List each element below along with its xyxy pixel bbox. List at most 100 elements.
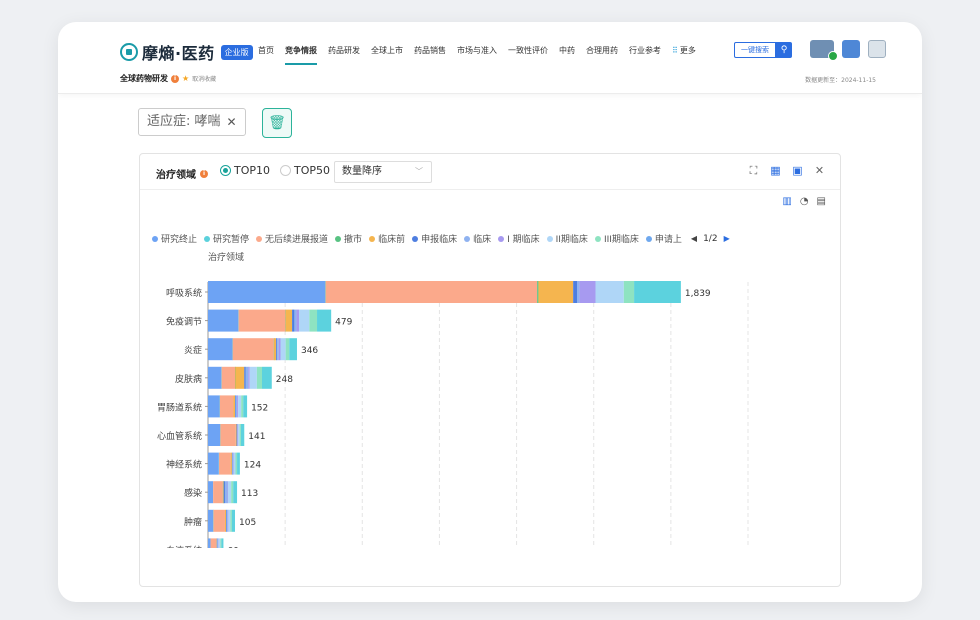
bar-total-label: 105 [239,518,256,528]
bar-segment [228,509,231,532]
legend-label: 撤市 [344,235,363,245]
bar-segment [237,395,239,418]
legend-next-icon[interactable]: ▶ [724,234,730,243]
radio-top10[interactable]: TOP10 [220,164,270,177]
legend-dot [152,235,158,242]
bar-segment [213,509,225,532]
bar-segment [244,366,246,389]
category-label: 皮肤病 [175,373,202,385]
stacked-bar-chart: 治疗领域03006009001,2001,5001,8002,100药品数量呼吸… [157,251,749,548]
bar-segment [224,509,226,532]
legend-label: 研究终止 [161,235,198,245]
category-label: 血液系统 [166,544,202,548]
legend-item[interactable]: 无后续进展报道 [256,232,328,245]
nav-competitive-intel[interactable]: 竞争情报 [285,45,317,65]
legend-prev-icon[interactable]: ◀ [691,234,697,243]
bar-segment [208,481,214,504]
bar-segment [231,509,235,532]
bar-segment [232,452,234,475]
info-icon[interactable]: i [171,74,179,83]
bar-segment [230,452,232,475]
logo-text: 摩熵·医药 [142,44,215,63]
bar-segment [296,309,300,332]
bar-segment [224,481,228,504]
bar-segment [233,452,236,475]
indication-filter-tag[interactable]: 适应症: 哮喘 ✕ [138,108,246,136]
legend-dot [412,235,419,242]
bar-segment [579,281,596,303]
legend-dot [594,235,601,242]
radio-top50[interactable]: TOP50 [280,164,330,177]
bar-segment [285,309,293,332]
bar-segment [243,395,248,418]
logo-icon [120,43,138,61]
bar-total-label: 141 [248,432,265,442]
clear-filters-button[interactable]: 🗑 [262,108,292,138]
quick-search-button[interactable]: 一键搜索 [734,42,776,58]
nav-drug-rd[interactable]: 药品研发 [328,45,360,65]
bar-segment [299,309,310,332]
bar-segment [537,281,539,303]
nav-drug-sales[interactable]: 药品销售 [414,45,446,65]
pie-chart-icon[interactable]: ◔ [800,196,809,207]
unfavorite-link[interactable]: 取消收藏 [192,74,216,83]
table-view-icon[interactable]: ▤ [817,196,826,207]
bar-segment [226,509,227,532]
nav-rational-use[interactable]: 合理用药 [586,45,618,65]
bar-segment [325,281,326,303]
star-icon[interactable]: ★ [182,74,189,83]
bar-segment [235,395,236,418]
fullscreen-icon[interactable]: ⛶ [747,164,760,177]
bar-segment [256,366,262,389]
bar-total-label: 1,839 [685,289,711,299]
search-icon[interactable]: ⚲ [776,42,792,58]
close-icon[interactable]: ✕ [227,109,237,135]
app-frame: 摩熵·医药 企业版 首页 竞争情报 药品研发 全球上市 药品销售 市场与准入 一… [58,22,922,602]
bar-segment [277,338,279,361]
nav-global-launch[interactable]: 全球上市 [371,45,403,65]
legend-label: II期临床 [555,235,588,245]
nav-market-access[interactable]: 市场与准入 [457,45,497,65]
legend-item[interactable]: 研究终止 [152,232,197,245]
close-icon[interactable]: ✕ [813,164,826,177]
bar-segment [237,424,239,446]
bar-segment [278,338,281,361]
legend-item[interactable]: II期临床 [546,232,588,245]
nav-consistency-eval[interactable]: 一致性评价 [508,45,548,65]
bar-segment [208,424,221,446]
nav-tcm[interactable]: 中药 [559,45,575,65]
legend-item[interactable]: I 期临床 [498,232,540,245]
bar-segment [213,481,223,504]
export-excel-icon[interactable]: ▦ [769,164,782,177]
main-nav: 首页 竞争情报 药品研发 全球上市 药品销售 市场与准入 一致性评价 中药 合理… [258,45,707,65]
bar-chart-icon[interactable]: ▥ [782,196,791,207]
logo[interactable]: 摩熵·医药 企业版 [120,40,253,64]
bar-segment [208,395,220,418]
legend-item[interactable]: 研究暂停 [204,232,249,245]
category-label: 肿瘤 [184,516,202,528]
document-icon[interactable] [842,40,860,58]
legend-item[interactable]: 临床 [464,232,491,245]
legend-item[interactable]: III期临床 [594,232,639,245]
sort-select[interactable]: 数量降序 ﹀ [334,161,432,183]
info-icon[interactable]: i [200,169,208,178]
category-label: 神经系统 [166,459,202,471]
nav-home[interactable]: 首页 [258,45,274,65]
bar-segment [223,481,225,504]
bar-segment [573,281,577,303]
vip-icon[interactable] [810,40,838,61]
export-image-icon[interactable]: ▣ [791,164,804,177]
legend-item[interactable]: 申请上 [645,232,682,245]
legend-item[interactable]: 撤市 [335,232,362,245]
nav-industry-ref[interactable]: 行业参考 [629,45,661,65]
bar-segment [317,309,332,332]
legend-item[interactable]: 临床前 [369,232,405,245]
avatar[interactable] [868,40,886,58]
nav-more[interactable]: ⠿ 更多 [672,45,696,65]
chevron-down-icon: ﹀ [415,167,423,176]
category-label: 呼吸系统 [166,287,202,299]
bar-segment [248,366,250,389]
legend-item[interactable]: 申报临床 [412,232,457,245]
legend-dot [204,235,211,242]
header-icons [810,40,886,61]
